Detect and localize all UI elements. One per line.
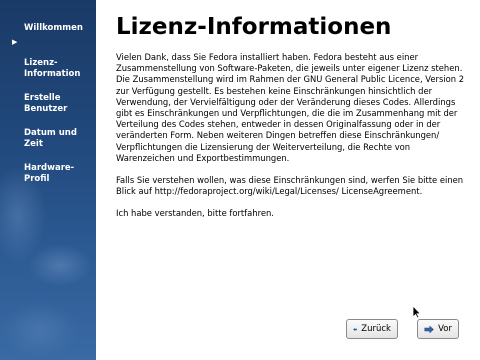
next-button[interactable]: Vor bbox=[417, 319, 459, 339]
license-text: Vielen Dank, dass Sie Fedora installiert… bbox=[116, 52, 466, 231]
next-button-label: Vor bbox=[438, 324, 452, 334]
license-paragraph: Vielen Dank, dass Sie Fedora installiert… bbox=[116, 52, 465, 163]
main-content: Lizenz-Informationen Vielen Dank, dass S… bbox=[96, 0, 480, 360]
sidebar-item-label: Datum und Zeit bbox=[24, 128, 77, 149]
sidebar-item-label: Lizenz- Information bbox=[24, 58, 81, 79]
sidebar-item-datum-zeit: Datum und Zeit bbox=[0, 117, 96, 150]
sidebar-item-label: Willkommen bbox=[24, 23, 83, 33]
arrow-right-icon bbox=[424, 325, 434, 333]
sidebar-item-label: Erstelle Benutzer bbox=[24, 93, 68, 114]
back-button-label: Zurück bbox=[361, 324, 391, 334]
sidebar-item-willkommen: Willkommen bbox=[0, 12, 96, 34]
page-title: Lizenz-Informationen bbox=[116, 14, 392, 40]
sidebar-item-lizenz-information: ▶ Lizenz- Information bbox=[0, 36, 96, 80]
sidebar-item-label: Hardware- Profil bbox=[24, 163, 75, 184]
license-link-paragraph: Falls Sie verstehen wollen, was diese Ei… bbox=[116, 175, 464, 197]
sidebar: Willkommen ▶ Lizenz- Information Erstell… bbox=[0, 0, 96, 360]
acknowledge-paragraph: Ich habe verstanden, bitte fortfahren. bbox=[116, 208, 274, 219]
sidebar-item-hardware-profil: Hardware- Profil bbox=[0, 152, 96, 185]
sidebar-item-erstelle-benutzer: Erstelle Benutzer bbox=[0, 82, 96, 115]
current-step-arrow-icon: ▶ bbox=[12, 38, 18, 46]
arrow-left-icon bbox=[353, 327, 358, 331]
mouse-pointer-icon bbox=[412, 305, 422, 319]
sidebar-nav: Willkommen ▶ Lizenz- Information Erstell… bbox=[0, 0, 96, 185]
back-button[interactable]: Zurück bbox=[346, 319, 398, 339]
